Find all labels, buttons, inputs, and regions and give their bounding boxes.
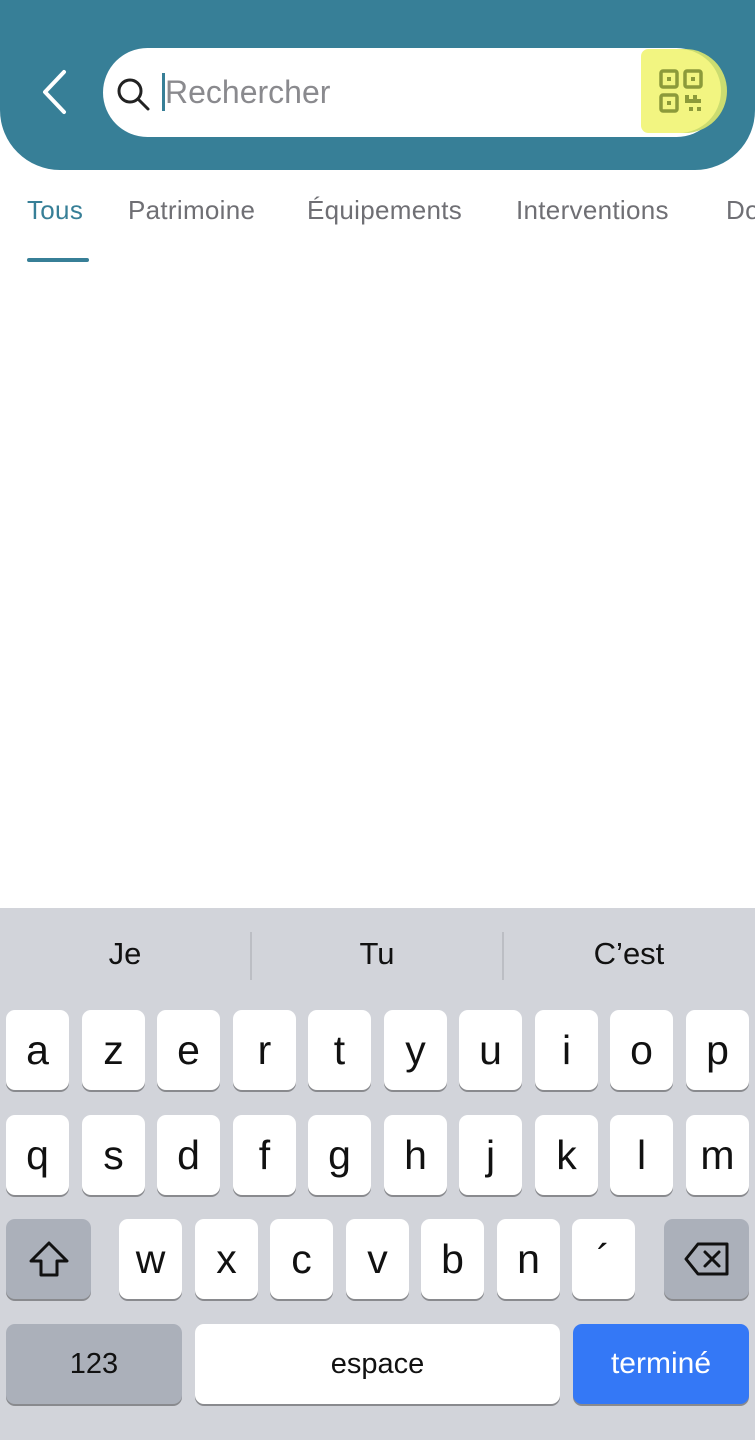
key-y[interactable]: y [384, 1010, 447, 1090]
key-x[interactable]: x [195, 1219, 258, 1299]
key-m[interactable]: m [686, 1115, 749, 1195]
key-e[interactable]: e [157, 1010, 220, 1090]
key-i[interactable]: i [535, 1010, 598, 1090]
back-button[interactable] [30, 62, 80, 122]
key-s[interactable]: s [82, 1115, 145, 1195]
active-tab-indicator [27, 258, 89, 262]
key-accent[interactable]: ´ [572, 1219, 635, 1299]
key-j[interactable]: j [459, 1115, 522, 1195]
predictive-bar: Je Tu C’est [0, 908, 755, 1008]
tab-interventions[interactable]: Interventions [516, 195, 669, 226]
key-k[interactable]: k [535, 1115, 598, 1195]
shift-key[interactable] [6, 1219, 91, 1299]
key-c[interactable]: c [270, 1219, 333, 1299]
key-g[interactable]: g [308, 1115, 371, 1195]
qr-scan-button[interactable] [641, 49, 721, 133]
key-d[interactable]: d [157, 1115, 220, 1195]
suggestion-item[interactable]: Je [0, 936, 250, 972]
category-tabs: Tous Patrimoine Équipements Intervention… [0, 180, 755, 266]
chevron-left-icon [43, 70, 66, 114]
key-u[interactable]: u [459, 1010, 522, 1090]
key-q[interactable]: q [6, 1115, 69, 1195]
key-o[interactable]: o [610, 1010, 673, 1090]
done-key[interactable]: terminé [573, 1324, 749, 1404]
search-bar[interactable] [103, 48, 721, 137]
backspace-key[interactable] [664, 1219, 749, 1299]
key-f[interactable]: f [233, 1115, 296, 1195]
keyboard: Je Tu C’est a z e r t y u i o p q s d f … [0, 908, 755, 1440]
key-h[interactable]: h [384, 1115, 447, 1195]
text-cursor [162, 73, 165, 111]
qr-code-icon [659, 69, 703, 113]
search-input[interactable] [161, 48, 635, 137]
tab-patrimoine[interactable]: Patrimoine [128, 195, 255, 226]
space-key[interactable]: espace [195, 1324, 560, 1404]
key-v[interactable]: v [346, 1219, 409, 1299]
key-w[interactable]: w [119, 1219, 182, 1299]
key-z[interactable]: z [82, 1010, 145, 1090]
key-l[interactable]: l [610, 1115, 673, 1195]
key-a[interactable]: a [6, 1010, 69, 1090]
backspace-icon [684, 1242, 728, 1276]
key-n[interactable]: n [497, 1219, 560, 1299]
key-t[interactable]: t [308, 1010, 371, 1090]
key-r[interactable]: r [233, 1010, 296, 1090]
app-header [0, 0, 755, 170]
suggestion-item[interactable]: Tu [252, 936, 502, 972]
key-p[interactable]: p [686, 1010, 749, 1090]
tab-documents[interactable]: Do [726, 195, 755, 226]
tab-equipements[interactable]: Équipements [307, 195, 462, 226]
numbers-key[interactable]: 123 [6, 1324, 182, 1404]
shift-icon [29, 1241, 68, 1277]
suggestion-item[interactable]: C’est [504, 936, 754, 972]
key-b[interactable]: b [421, 1219, 484, 1299]
search-icon [117, 78, 150, 111]
tab-tous[interactable]: Tous [27, 195, 83, 226]
